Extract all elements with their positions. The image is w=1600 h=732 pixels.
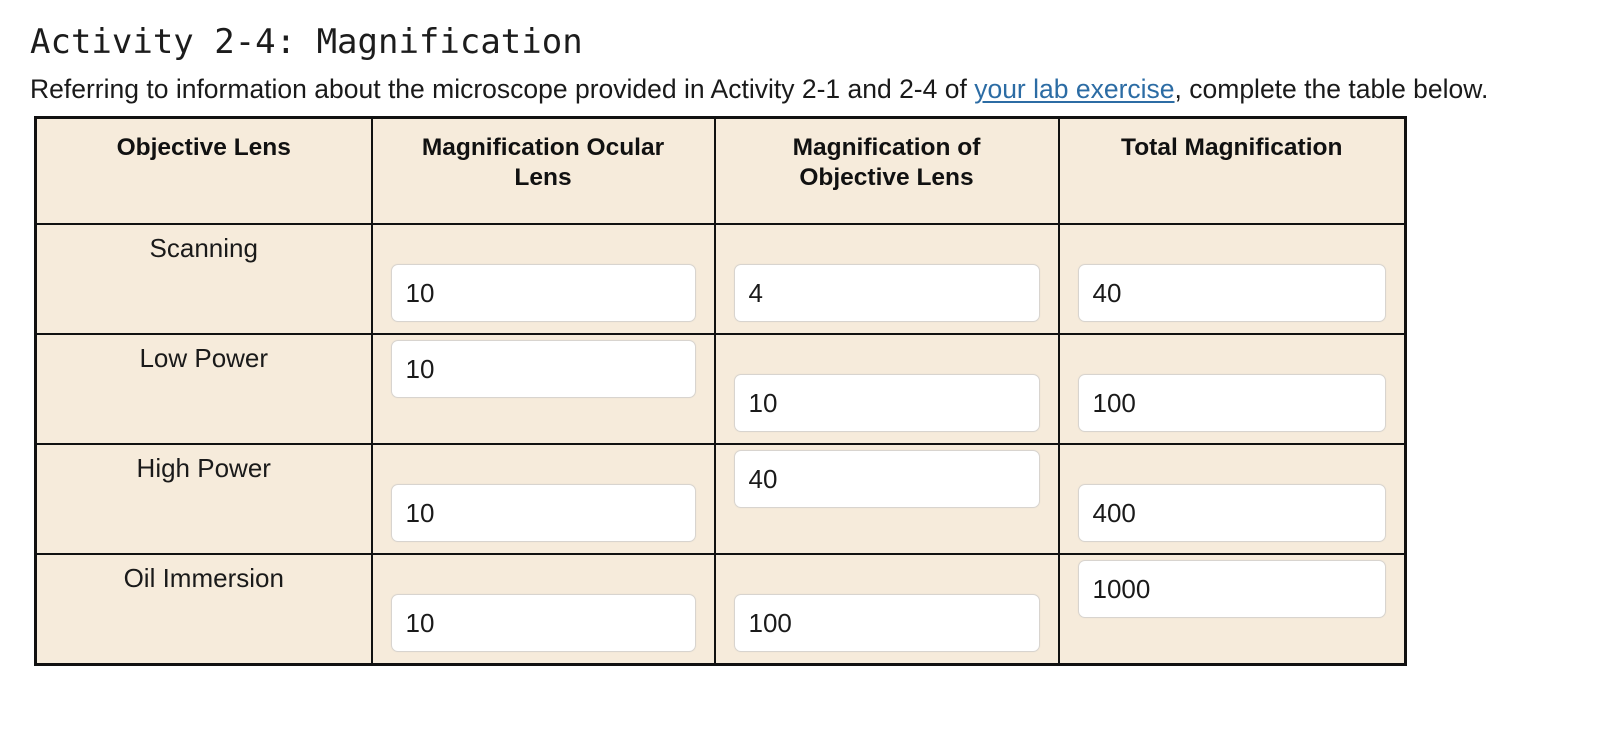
cell-total-low-power: 100 [1057,333,1407,445]
column-header-ocular-line2: Lens [514,163,572,191]
input-ocular-magnification-low-power[interactable]: 10 [390,340,696,398]
input-objective-magnification-oil-immersion[interactable]: 100 [733,594,1040,652]
intro-text-before-link: Referring to information about the micro… [30,74,975,104]
cell-objective-low-power: 10 [713,333,1060,445]
cell-total-high-power: 400 [1057,443,1407,555]
table-row: Scanning 10 4 40 [34,223,1407,335]
table-row: Low Power 10 10 100 [34,333,1407,445]
table-header-row: Objective Lens Magnification Ocular Lens… [34,116,1407,225]
input-ocular-magnification-high-power[interactable]: 10 [390,484,696,542]
column-header-objective-lens: Objective Lens [34,116,373,225]
table-row: Oil Immersion 10 100 1000 [34,553,1407,666]
input-objective-magnification-low-power[interactable]: 10 [733,374,1040,432]
column-header-objective-line2: Objective Lens [799,163,974,191]
intro-text-after-link: , complete the table below. [1174,74,1489,104]
cell-lens-name-low-power: Low Power [34,333,373,445]
input-total-magnification-high-power[interactable]: 400 [1077,484,1386,542]
cell-total-oil-immersion: 1000 [1057,553,1407,666]
input-objective-magnification-high-power[interactable]: 40 [733,450,1040,508]
input-total-magnification-scanning[interactable]: 40 [1077,264,1386,322]
column-header-objective-lens-label: Objective Lens [116,134,291,161]
input-total-magnification-oil-immersion[interactable]: 1000 [1077,560,1386,618]
column-header-total-magnification: Total Magnification [1057,116,1407,225]
cell-lens-name-oil-immersion: Oil Immersion [34,553,373,666]
cell-lens-name-high-power: High Power [34,443,373,555]
input-ocular-magnification-scanning[interactable]: 10 [390,264,696,322]
table-row: High Power 10 40 400 [34,443,1407,555]
column-header-magnification-objective-lens: Magnification of Objective Lens [713,116,1060,225]
magnification-table: Objective Lens Magnification Ocular Lens… [34,116,1407,666]
cell-lens-name-scanning: Scanning [34,223,373,335]
page-title: Activity 2-4: Magnification [30,22,583,62]
column-header-ocular-line1: Magnification Ocular [421,134,665,161]
column-header-total-magnification-label: Total Magnification [1121,134,1343,161]
input-total-magnification-low-power[interactable]: 100 [1077,374,1386,432]
cell-objective-high-power: 40 [713,443,1060,555]
input-ocular-magnification-oil-immersion[interactable]: 10 [390,594,696,652]
cell-ocular-scanning: 10 [370,223,716,335]
lens-label-high-power: High Power [136,453,271,483]
lens-label-oil-immersion: Oil Immersion [123,563,284,593]
cell-ocular-low-power: 10 [370,333,716,445]
cell-ocular-oil-immersion: 10 [370,553,716,666]
column-header-magnification-ocular-lens: Magnification Ocular Lens [370,116,716,225]
lens-label-low-power: Low Power [139,343,269,373]
lens-label-scanning: Scanning [149,233,258,263]
input-objective-magnification-scanning[interactable]: 4 [733,264,1040,322]
cell-objective-oil-immersion: 100 [713,553,1060,666]
worksheet-page: Activity 2-4: Magnification Referring to… [0,0,1600,732]
cell-ocular-high-power: 10 [370,443,716,555]
intro-paragraph: Referring to information about the micro… [30,73,1488,105]
lab-exercise-link[interactable]: your lab exercise [974,74,1174,104]
cell-objective-scanning: 4 [713,223,1060,335]
column-header-objective-line1: Magnification of [792,134,981,161]
magnification-table-container: Objective Lens Magnification Ocular Lens… [34,116,1407,666]
cell-total-scanning: 40 [1057,223,1407,335]
